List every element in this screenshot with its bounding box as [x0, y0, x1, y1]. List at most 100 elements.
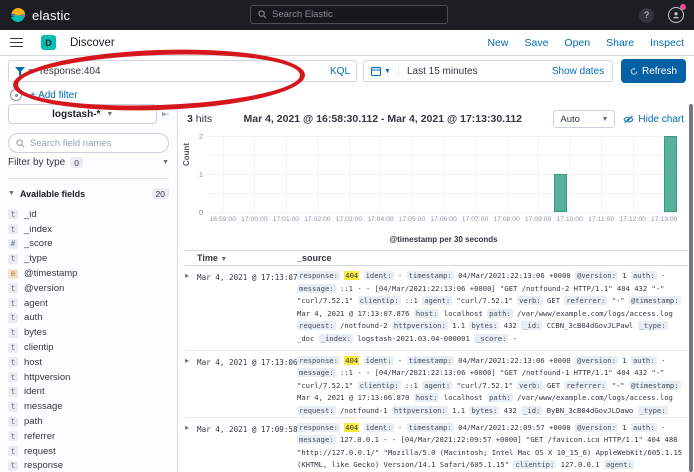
discover-main: 3 hits Mar 4, 2021 @ 16:58:30.112 - Mar …: [178, 104, 694, 472]
field-item-auth[interactable]: tauth: [8, 311, 169, 326]
field-key: ident:: [364, 271, 394, 280]
field-name: clientip: [24, 342, 54, 353]
gridline: [538, 136, 539, 212]
scrollbar[interactable]: [689, 104, 693, 472]
field-item-request[interactable]: trequest: [8, 444, 169, 459]
field-key: _id:: [521, 321, 542, 330]
user-avatar[interactable]: [668, 7, 684, 23]
collapse-sidebar-icon[interactable]: ⇤: [161, 109, 169, 120]
x-tick-label: 17:08:00: [493, 216, 519, 223]
string-field-icon: t: [8, 446, 18, 456]
doc-source: response: 404 ident: - timestamp: 04/Mar…: [297, 351, 688, 417]
show-dates-button[interactable]: Show dates: [552, 66, 612, 77]
field-item-path[interactable]: tpath: [8, 414, 169, 429]
refresh-button[interactable]: Refresh: [621, 59, 686, 83]
nav-action-save[interactable]: Save: [524, 37, 548, 49]
field-name: agent: [24, 298, 48, 309]
help-icon[interactable]: ?: [639, 8, 654, 23]
field-item-ident[interactable]: tident: [8, 385, 169, 400]
field-value: 04/Mar/2021:22:09:57 +0000: [458, 423, 571, 432]
expand-row-icon[interactable]: ▸: [185, 351, 197, 417]
field-value: 1: [622, 423, 626, 432]
string-field-icon: t: [8, 402, 18, 412]
histogram-chart[interactable]: Count 16:59:0017:00:0017:01:0017:02:0017…: [185, 128, 684, 250]
field-key: auth:: [631, 423, 657, 432]
x-tick-label: 17:13:00: [651, 216, 677, 223]
field-value: /var/www/example.com/logs/access.log: [517, 393, 673, 402]
eye-closed-icon: [623, 115, 634, 124]
filter-by-type-control[interactable]: Filter by type 0 ▼: [8, 161, 169, 179]
source-column-header: _source: [297, 253, 332, 263]
expand-row-icon[interactable]: ▸: [185, 266, 197, 350]
x-tick-label: 17:10:00: [556, 216, 582, 223]
field-item-message[interactable]: tmessage: [8, 399, 169, 414]
search-icon: [258, 10, 267, 19]
field-value: 04/Mar/2021:22:13:06 +0000: [458, 271, 571, 280]
hide-chart-button[interactable]: Hide chart: [623, 114, 684, 125]
field-item-_score[interactable]: #_score: [8, 237, 169, 252]
histogram-bar-17:13:00[interactable]: [664, 136, 677, 212]
global-search-input[interactable]: Search Elastic: [250, 5, 448, 24]
notification-dot: [680, 4, 686, 10]
field-key: timestamp:: [407, 423, 454, 432]
field-item-agent[interactable]: tagent: [8, 296, 169, 311]
filter-dropdown-icon[interactable]: ▼: [15, 67, 34, 76]
field-key: @timestamp:: [629, 296, 681, 305]
field-value: "curl/7.52.1": [456, 381, 512, 390]
field-value: 1.1: [452, 406, 465, 415]
string-field-icon: t: [8, 343, 18, 353]
field-item-clientip[interactable]: t clientip: [8, 340, 169, 355]
field-item-host[interactable]: thost: [8, 355, 169, 370]
time-column-header[interactable]: Time ▼: [185, 253, 297, 263]
field-key: timestamp:: [407, 356, 454, 365]
nav-action-new[interactable]: New: [487, 37, 508, 49]
field-key: clientip:: [358, 381, 401, 390]
nav-action-inspect[interactable]: Inspect: [650, 37, 684, 49]
time-range-value[interactable]: Last 15 minutes: [399, 66, 552, 77]
nav-action-share[interactable]: Share: [606, 37, 634, 49]
field-item-response[interactable]: tresponse: [8, 459, 169, 472]
top-menu-actions: New Save Open Share Inspect: [487, 37, 684, 49]
chevron-down-icon: ▼: [384, 68, 391, 75]
field-name: _index: [24, 224, 52, 235]
calendar-dropdown[interactable]: ▼: [364, 66, 399, 76]
discover-app-icon: D: [41, 35, 56, 50]
index-pattern-select[interactable]: logstash-* ▼: [8, 104, 157, 124]
field-key: response:: [297, 423, 340, 432]
expand-row-icon[interactable]: ▸: [185, 418, 197, 472]
field-item-@version[interactable]: t@version: [8, 281, 169, 296]
field-item-referrer[interactable]: treferrer: [8, 429, 169, 444]
field-key: httpversion:: [392, 321, 448, 330]
saved-query-icon[interactable]: [10, 89, 22, 101]
field-item-httpversion[interactable]: thttpversion: [8, 370, 169, 385]
field-item-_index[interactable]: t _index: [8, 222, 169, 237]
field-item-bytes[interactable]: tbytes: [8, 325, 169, 340]
string-field-icon: t: [8, 387, 18, 397]
query-language-button[interactable]: KQL: [330, 66, 350, 77]
field-item-@timestamp[interactable]: ⊞@timestamp: [8, 266, 169, 281]
string-field-icon: t: [8, 357, 18, 367]
available-fields-header[interactable]: ▼ Available fields 20: [8, 188, 169, 199]
menu-icon[interactable]: [10, 38, 23, 48]
field-value: 1: [622, 356, 626, 365]
field-item-_id[interactable]: t_id: [8, 207, 169, 222]
y-tick-label: 0: [187, 208, 203, 217]
x-tick-label: 17:06:00: [430, 216, 456, 223]
histogram-bar-17:09:30[interactable]: [554, 174, 567, 212]
interval-select[interactable]: Auto ▼: [553, 110, 615, 128]
field-key: _score:: [474, 334, 508, 343]
nav-action-open[interactable]: Open: [564, 37, 590, 49]
field-key: agent:: [604, 460, 634, 469]
string-field-icon: t: [8, 431, 18, 441]
gridline: [601, 136, 602, 212]
string-field-icon: t: [8, 224, 18, 234]
date-field-icon: ⊞: [8, 269, 18, 279]
query-input[interactable]: ▼ response:404 KQL: [8, 60, 357, 82]
field-key: request:: [297, 321, 336, 330]
y-axis-title: Count: [182, 143, 191, 166]
field-key: host:: [414, 309, 440, 318]
field-search-input[interactable]: Search field names: [8, 133, 169, 153]
add-filter-button[interactable]: + Add filter: [30, 90, 78, 101]
field-item-_type[interactable]: t_type: [8, 251, 169, 266]
query-text[interactable]: response:404: [40, 66, 324, 77]
